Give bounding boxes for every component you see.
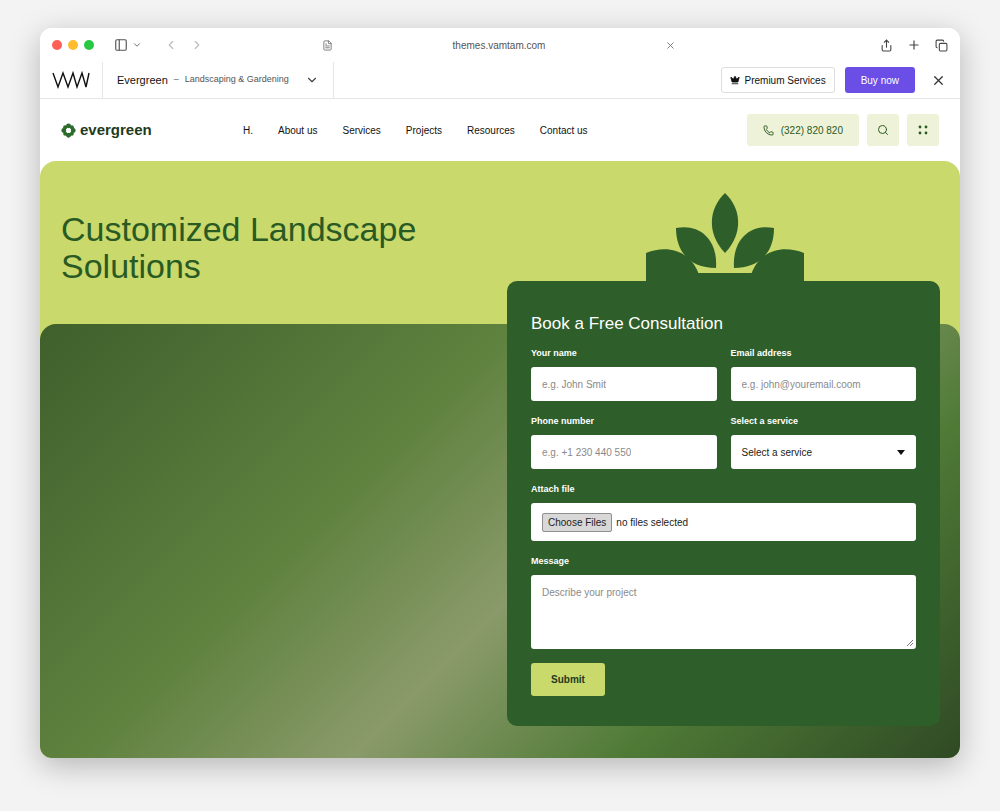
field-label: Email address <box>731 347 917 359</box>
clear-icon[interactable] <box>665 40 676 51</box>
consultation-form: Book a Free Consultation Your name e.g. Jo… <box>507 281 940 726</box>
search-icon <box>877 124 889 136</box>
file-status: no files selected <box>616 515 688 530</box>
vamtam-logo-icon <box>52 71 90 89</box>
page: themes.vamtam.com Evergreen–Landscaping &… <box>0 0 1000 811</box>
zoom-dot[interactable] <box>84 40 94 50</box>
form-title: Book a Free Consultation <box>531 313 916 335</box>
back-icon[interactable] <box>164 38 178 52</box>
leaf-logo-icon <box>61 123 76 138</box>
service-select[interactable]: Select a service <box>731 435 917 469</box>
site-nav: evergreenH. About us Services Projects Resou… <box>40 99 960 161</box>
hero-title: Customized Landscape Solutions <box>61 211 461 285</box>
caret-down-icon <box>897 450 905 455</box>
chevron-down-icon <box>305 73 319 87</box>
menu-item[interactable]: About us <box>278 123 317 138</box>
phone-button[interactable]: (322) 820 820 <box>747 114 859 146</box>
text-input[interactable]: e.g. +1 230 440 550 <box>531 435 717 469</box>
main-menu: H. About us Services Projects Resources Conta… <box>243 123 588 138</box>
forward-icon[interactable] <box>190 38 204 52</box>
field-label: Attach file <box>531 483 916 495</box>
form-field: Select a service Select a service <box>731 415 917 469</box>
share-icon[interactable] <box>880 39 893 52</box>
menu-item[interactable]: Projects <box>406 123 442 138</box>
url: themes.vamtam.com <box>333 38 665 53</box>
phone-icon <box>763 125 774 136</box>
close-icon[interactable] <box>931 73 946 88</box>
file-input[interactable]: Choose Files no files selected <box>531 503 916 541</box>
menu-grid-button[interactable] <box>907 114 939 146</box>
theme-bar: Evergreen–Landscaping & Gardening Premium… <box>40 62 960 99</box>
field-label: Your name <box>531 347 717 359</box>
form-field: Your name e.g. John Smit <box>531 347 717 401</box>
theme-selector[interactable]: Evergreen–Landscaping & Gardening <box>103 62 334 98</box>
address-bar[interactable]: themes.vamtam.com <box>314 33 684 57</box>
grid-dots-icon <box>918 125 928 135</box>
menu-item[interactable]: Contact us <box>540 123 588 138</box>
menu-item[interactable]: Services <box>342 123 380 138</box>
text-input[interactable]: e.g. john@youremail.coom <box>731 367 917 401</box>
field-label: Select a service <box>731 415 917 427</box>
resize-handle-icon <box>906 639 913 646</box>
crown-icon <box>730 75 740 85</box>
form-field: Message Describe your project <box>531 555 916 649</box>
tabs-icon[interactable] <box>935 39 948 52</box>
text-input[interactable]: e.g. John Smit <box>531 367 717 401</box>
minimize-dot[interactable] <box>68 40 78 50</box>
menu-item[interactable]: Resources <box>467 123 515 138</box>
chevron-down-icon <box>132 40 142 50</box>
field-label: Phone number <box>531 415 717 427</box>
menu-item[interactable]: H. <box>243 123 253 138</box>
sidebar-toggle[interactable] <box>114 38 142 52</box>
browser-toolbar: themes.vamtam.com <box>40 28 960 62</box>
close-dot[interactable] <box>52 40 62 50</box>
theme-name: Evergreen <box>117 72 168 89</box>
submit-button[interactable]: Submit <box>531 663 605 696</box>
sidebar-icon <box>114 38 128 52</box>
page-icon <box>322 40 333 51</box>
form-field: Phone number e.g. +1 230 440 550 <box>531 415 717 469</box>
choose-files-button[interactable]: Choose Files <box>542 513 612 532</box>
theme-subtitle: Landscaping & Gardening <box>185 73 289 87</box>
premium-services-button[interactable]: Premium Services <box>721 67 835 93</box>
form-field: Email address e.g. john@youremail.coom <box>731 347 917 401</box>
new-tab-icon[interactable] <box>907 38 921 52</box>
browser-window: themes.vamtam.com Evergreen–Landscaping &… <box>40 28 960 758</box>
message-textarea[interactable]: Describe your project <box>531 575 916 649</box>
buy-now-button[interactable]: Buy now <box>845 67 915 93</box>
form-field: Attach file Choose Files no files selected <box>531 483 916 541</box>
search-button[interactable] <box>867 114 899 146</box>
hero: Customized Landscape Solutions Book a Fre… <box>40 161 960 758</box>
field-label: Message <box>531 555 916 567</box>
site-logo[interactable]: evergreen <box>61 119 243 142</box>
leaf-decoration-icon <box>646 193 804 288</box>
